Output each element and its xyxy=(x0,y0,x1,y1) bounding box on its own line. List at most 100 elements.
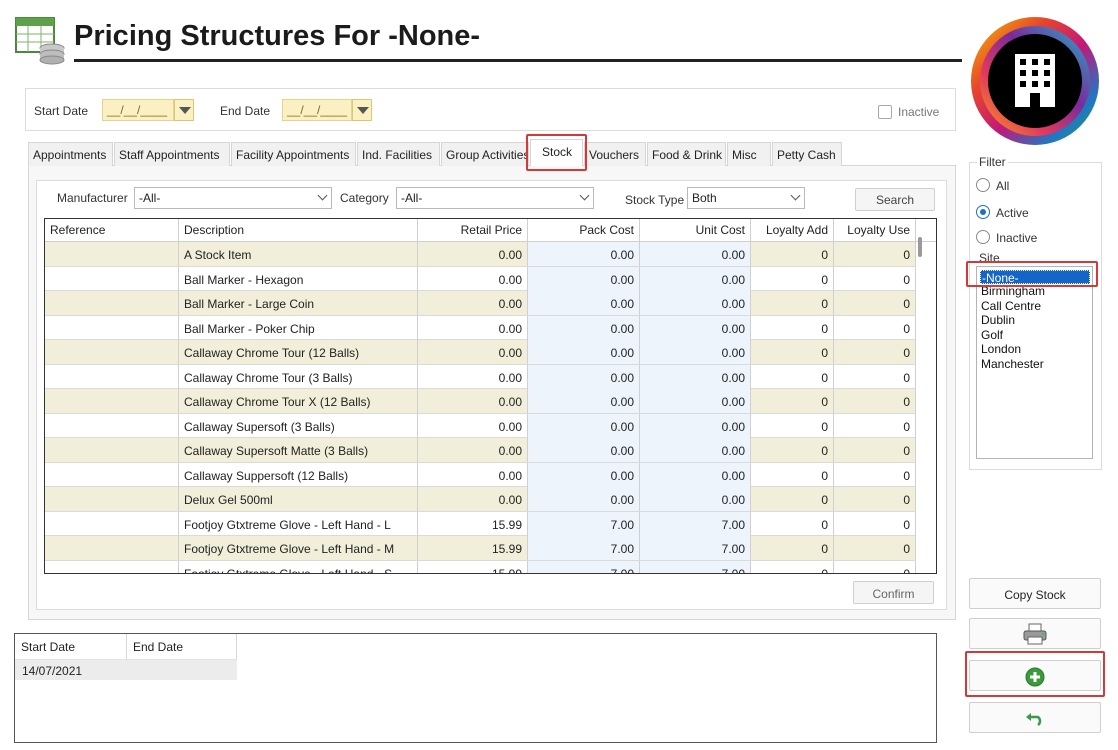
loyalty-use-cell[interactable]: 0 xyxy=(834,242,916,266)
tab-group-activities[interactable]: Group Activities xyxy=(441,142,529,166)
table-row[interactable]: A Stock Item 0.00 0.00 0.00 0 0 xyxy=(45,242,916,267)
unit-cost-cell[interactable]: 0.00 xyxy=(640,242,751,266)
pack-cost-cell[interactable]: 0.00 xyxy=(528,389,640,413)
site-item-golf[interactable]: Golf xyxy=(980,328,1090,342)
retail-price-cell[interactable]: 0.00 xyxy=(418,438,528,462)
tab-vouchers[interactable]: Vouchers xyxy=(584,142,646,166)
pack-cost-cell[interactable]: 0.00 xyxy=(528,413,640,438)
tab-food-drink[interactable]: Food & Drink xyxy=(647,142,726,166)
loyalty-add-cell[interactable]: 0 xyxy=(751,242,834,266)
retail-price-cell[interactable]: 15.99 xyxy=(418,560,528,573)
loyalty-add-cell[interactable]: 0 xyxy=(751,536,834,560)
tab-misc[interactable]: Misc xyxy=(727,142,771,166)
loyalty-add-cell[interactable]: 0 xyxy=(751,291,834,315)
loyalty-use-cell[interactable]: 0 xyxy=(834,364,916,389)
grid-scrollbar[interactable] xyxy=(918,237,922,257)
confirm-button[interactable]: Confirm xyxy=(853,581,934,604)
site-item-call-centre[interactable]: Call Centre xyxy=(980,299,1090,313)
pack-cost-cell[interactable]: 0.00 xyxy=(528,242,640,266)
unit-cost-cell[interactable]: 0.00 xyxy=(640,389,751,413)
table-row[interactable]: Footjoy Gtxtreme Glove - Left Hand - S 15… xyxy=(45,560,916,573)
loyalty-use-cell[interactable]: 0 xyxy=(834,389,916,413)
unit-cost-cell[interactable]: 0.00 xyxy=(640,462,751,487)
tab-stock[interactable]: Stock xyxy=(530,139,583,166)
column-header-retail-price[interactable]: Retail Price xyxy=(418,219,528,242)
loyalty-use-cell[interactable]: 0 xyxy=(834,340,916,364)
history-row[interactable]: 14/07/2021 xyxy=(15,660,237,680)
retail-price-cell[interactable]: 0.00 xyxy=(418,487,528,511)
filter-active-radio[interactable] xyxy=(976,205,990,219)
filter-inactive-radio[interactable] xyxy=(976,230,990,244)
unit-cost-cell[interactable]: 0.00 xyxy=(640,438,751,462)
retail-price-cell[interactable]: 15.99 xyxy=(418,511,528,536)
site-item-dublin[interactable]: Dublin xyxy=(980,313,1090,327)
pack-cost-cell[interactable]: 7.00 xyxy=(528,511,640,536)
pack-cost-cell[interactable]: 0.00 xyxy=(528,291,640,315)
add-button[interactable] xyxy=(969,660,1101,691)
undo-button[interactable] xyxy=(969,702,1101,733)
tab-ind-facilities[interactable]: Ind. Facilities xyxy=(357,142,440,166)
pack-cost-cell[interactable]: 0.00 xyxy=(528,340,640,364)
loyalty-add-cell[interactable]: 0 xyxy=(751,560,834,573)
table-row[interactable]: Callaway Chrome Tour X (12 Balls) 0.00 0.0… xyxy=(45,389,916,414)
retail-price-cell[interactable]: 0.00 xyxy=(418,291,528,315)
site-item-manchester[interactable]: Manchester xyxy=(980,357,1090,371)
retail-price-cell[interactable]: 15.99 xyxy=(418,536,528,560)
end-date-field[interactable]: __/__/____ xyxy=(282,99,352,121)
search-button[interactable]: Search xyxy=(855,188,935,211)
loyalty-add-cell[interactable]: 0 xyxy=(751,364,834,389)
table-row[interactable]: Ball Marker - Poker Chip 0.00 0.00 0.00 0 0 xyxy=(45,315,916,340)
table-row[interactable]: Callaway Suppersoft (12 Balls) 0.00 0.00 0.… xyxy=(45,462,916,487)
inactive-checkbox[interactable] xyxy=(878,105,892,119)
loyalty-use-cell[interactable]: 0 xyxy=(834,266,916,291)
tab-facility-appointments[interactable]: Facility Appointments xyxy=(231,142,356,166)
site-item-london[interactable]: London xyxy=(980,342,1090,356)
unit-cost-cell[interactable]: 0.00 xyxy=(640,487,751,511)
retail-price-cell[interactable]: 0.00 xyxy=(418,315,528,340)
loyalty-use-cell[interactable]: 0 xyxy=(834,487,916,511)
unit-cost-cell[interactable]: 7.00 xyxy=(640,560,751,573)
loyalty-add-cell[interactable]: 0 xyxy=(751,413,834,438)
table-row[interactable]: Delux Gel 500ml 0.00 0.00 0.00 0 0 xyxy=(45,487,916,512)
category-select[interactable]: -All- xyxy=(396,187,594,209)
table-row[interactable]: Callaway Chrome Tour (12 Balls) 0.00 0.00 0… xyxy=(45,340,916,365)
site-item-birmingham[interactable]: Birmingham xyxy=(980,284,1090,298)
loyalty-add-cell[interactable]: 0 xyxy=(751,438,834,462)
unit-cost-cell[interactable]: 0.00 xyxy=(640,291,751,315)
loyalty-add-cell[interactable]: 0 xyxy=(751,462,834,487)
site-item-none[interactable]: -None- xyxy=(980,270,1090,285)
retail-price-cell[interactable]: 0.00 xyxy=(418,462,528,487)
column-header-reference[interactable]: Reference xyxy=(45,219,179,242)
retail-price-cell[interactable]: 0.00 xyxy=(418,389,528,413)
pack-cost-cell[interactable]: 0.00 xyxy=(528,438,640,462)
table-row[interactable]: Callaway Chrome Tour (3 Balls) 0.00 0.00 0.… xyxy=(45,364,916,389)
table-row[interactable]: Footjoy Gtxtreme Glove - Left Hand - M 15… xyxy=(45,536,916,561)
table-row[interactable]: Ball Marker - Large Coin 0.00 0.00 0.00 0 0 xyxy=(45,291,916,316)
unit-cost-cell[interactable]: 0.00 xyxy=(640,413,751,438)
manufacturer-select[interactable]: -All- xyxy=(134,187,332,209)
pack-cost-cell[interactable]: 7.00 xyxy=(528,560,640,573)
retail-price-cell[interactable]: 0.00 xyxy=(418,340,528,364)
pack-cost-cell[interactable]: 0.00 xyxy=(528,462,640,487)
retail-price-cell[interactable]: 0.00 xyxy=(418,242,528,266)
column-header-loyalty-add[interactable]: Loyalty Add xyxy=(751,219,834,242)
retail-price-cell[interactable]: 0.00 xyxy=(418,413,528,438)
loyalty-add-cell[interactable]: 0 xyxy=(751,389,834,413)
site-list[interactable]: -None- Birmingham Call Centre Dublin Gol… xyxy=(976,266,1093,459)
end-date-dropdown-button[interactable] xyxy=(352,99,372,121)
unit-cost-cell[interactable]: 0.00 xyxy=(640,315,751,340)
table-row[interactable]: Callaway Supersoft Matte (3 Balls) 0.00 0.… xyxy=(45,438,916,463)
unit-cost-cell[interactable]: 0.00 xyxy=(640,340,751,364)
copy-stock-button[interactable]: Copy Stock xyxy=(969,578,1101,609)
loyalty-use-cell[interactable]: 0 xyxy=(834,462,916,487)
loyalty-add-cell[interactable]: 0 xyxy=(751,266,834,291)
loyalty-use-cell[interactable]: 0 xyxy=(834,315,916,340)
stock-type-select[interactable]: Both xyxy=(687,187,805,209)
loyalty-use-cell[interactable]: 0 xyxy=(834,560,916,573)
print-button[interactable] xyxy=(969,618,1101,649)
pack-cost-cell[interactable]: 7.00 xyxy=(528,536,640,560)
column-header-description[interactable]: Description xyxy=(179,219,418,242)
loyalty-use-cell[interactable]: 0 xyxy=(834,291,916,315)
unit-cost-cell[interactable]: 0.00 xyxy=(640,364,751,389)
table-row[interactable]: Callaway Supersoft (3 Balls) 0.00 0.00 0.00… xyxy=(45,413,916,438)
